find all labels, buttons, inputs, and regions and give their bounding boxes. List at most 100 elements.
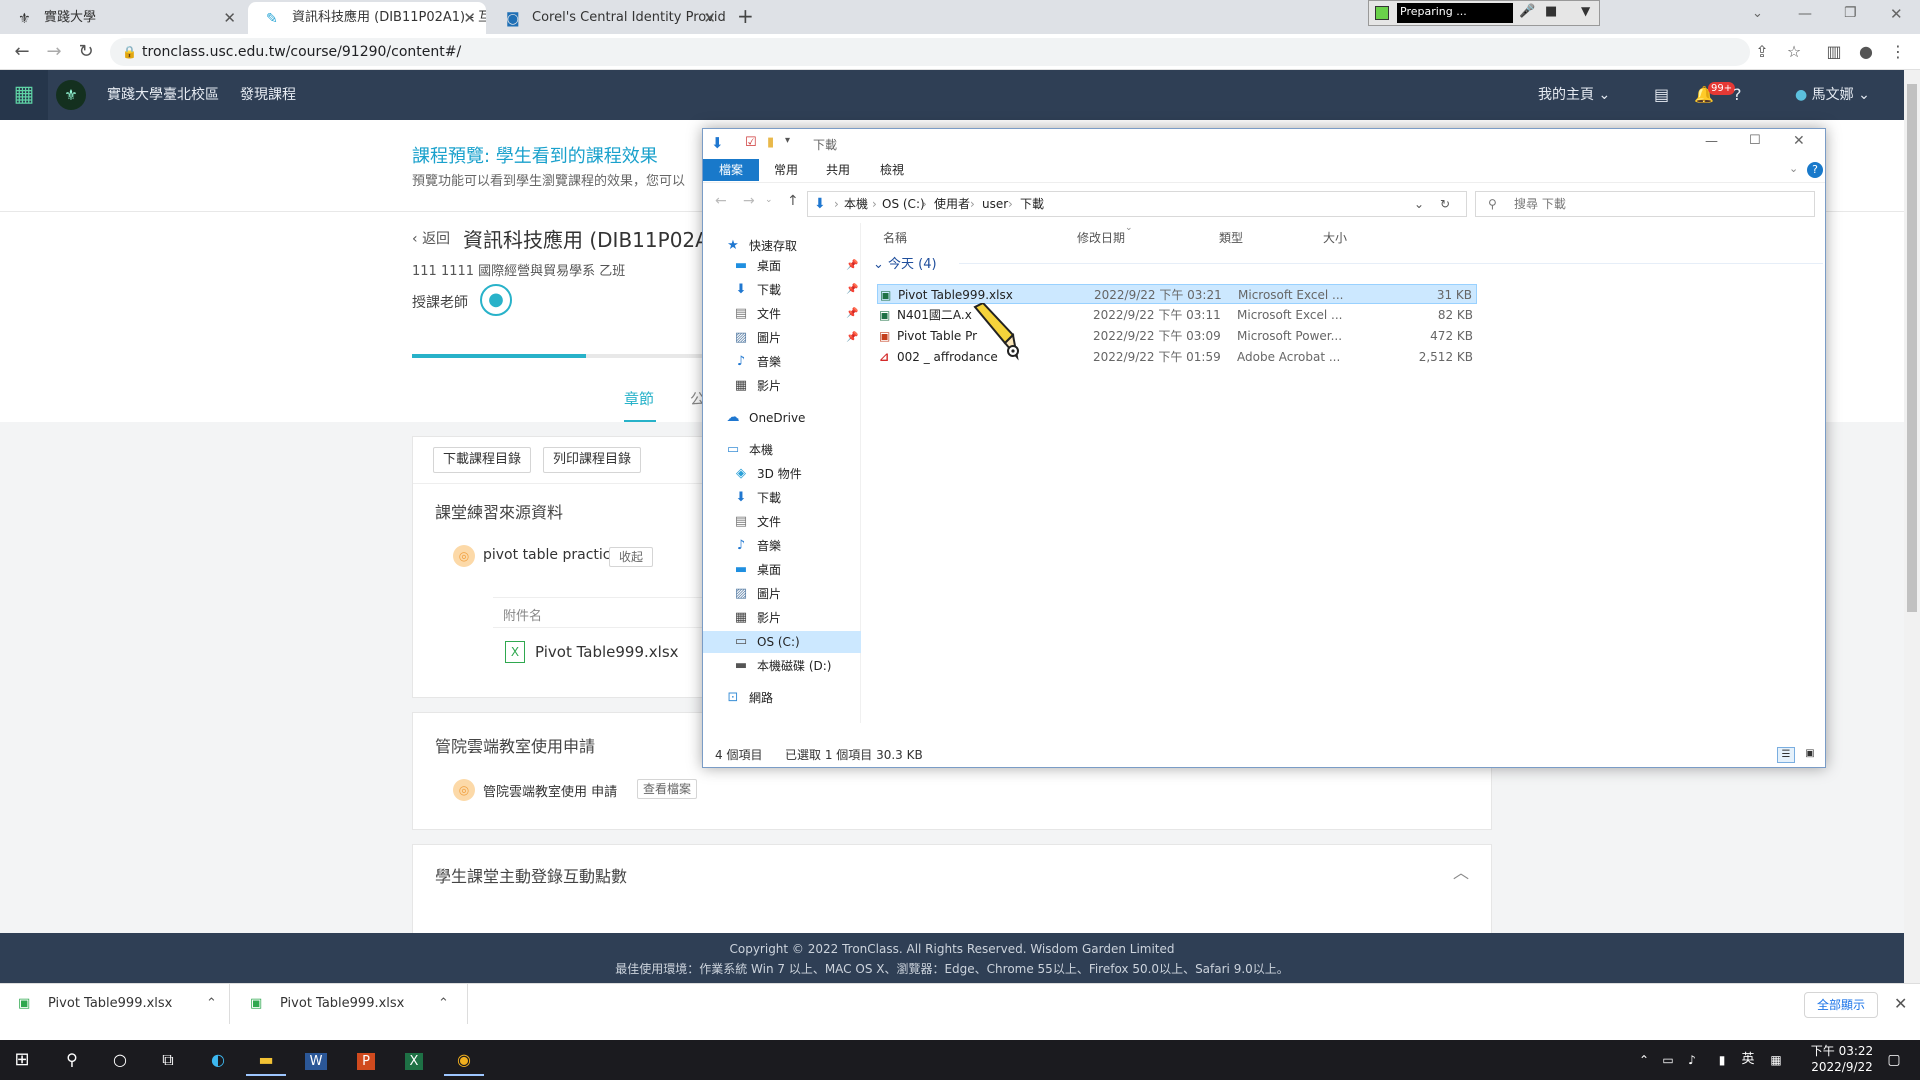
microphone-icon[interactable]: 🎤 bbox=[1519, 4, 1535, 19]
column-name[interactable]: 名稱 bbox=[883, 229, 907, 246]
forward-icon[interactable]: → bbox=[42, 40, 66, 64]
cortana-icon[interactable]: ○ bbox=[100, 1044, 140, 1076]
pin-icon[interactable]: 📌 bbox=[846, 279, 858, 301]
side-panel-icon[interactable]: ▥ bbox=[1822, 40, 1846, 64]
activity-title[interactable]: pivot table practice bbox=[483, 547, 619, 563]
maximize-icon[interactable]: ☐ bbox=[1749, 133, 1761, 148]
file-explorer-icon[interactable]: ▬ bbox=[246, 1044, 286, 1076]
reload-icon[interactable]: ↻ bbox=[74, 40, 98, 64]
excel-icon[interactable]: X bbox=[394, 1044, 434, 1076]
powerpoint-icon[interactable]: P bbox=[346, 1044, 386, 1076]
chevron-down-icon[interactable]: ⌄ bbox=[1789, 162, 1798, 175]
share-icon[interactable]: ⇪ bbox=[1750, 40, 1774, 64]
pin-icon[interactable]: 📌 bbox=[846, 327, 858, 349]
restore-icon[interactable]: ❐ bbox=[1844, 5, 1857, 21]
minimize-icon[interactable]: — bbox=[1705, 134, 1718, 149]
path-os-c[interactable]: OS (C:) bbox=[882, 192, 925, 216]
tab-corel[interactable]: ◙ Corel's Central Identity Provide ✕ bbox=[488, 2, 726, 34]
back-link[interactable]: ‹ 返回 bbox=[412, 228, 450, 248]
file-row[interactable]: ▣ N401國二A.x 2022/9/22 下午 03:11 Microsoft… bbox=[877, 305, 1477, 325]
nav-desktop[interactable]: ▬ 桌面 📌 bbox=[703, 255, 861, 277]
path-this-pc[interactable]: 本機 bbox=[844, 192, 868, 216]
new-tab-button[interactable]: + bbox=[737, 4, 754, 28]
windows-start-icon[interactable]: ⊞ bbox=[2, 1044, 42, 1076]
teacher-avatar[interactable]: ● bbox=[480, 284, 512, 316]
nav-quick-access[interactable]: ★ 快速存取 bbox=[703, 235, 861, 257]
file-row[interactable]: ⊿ 002 _ affrodance 2022/9/22 下午 01:59 Ad… bbox=[877, 347, 1477, 367]
details-view-icon[interactable]: ☰ bbox=[1777, 747, 1795, 763]
close-icon[interactable]: ✕ bbox=[223, 2, 236, 34]
menu-icon[interactable]: ⋮ bbox=[1886, 40, 1910, 64]
file-row[interactable]: ▣ Pivot Table Pr 2022/9/22 下午 03:09 Micr… bbox=[877, 326, 1477, 346]
pin-icon[interactable]: 📌 bbox=[846, 255, 858, 277]
volume-icon[interactable]: ♪ bbox=[1680, 1044, 1704, 1076]
nav-videos[interactable]: ▦ 影片 bbox=[703, 607, 861, 629]
tab-share[interactable]: 共用 bbox=[815, 159, 861, 181]
help-icon[interactable]: ? bbox=[1733, 70, 1742, 120]
chevron-up-icon[interactable]: ⌃ bbox=[438, 984, 449, 1024]
collapse-button[interactable]: 收起 bbox=[609, 547, 654, 567]
word-icon[interactable]: W bbox=[296, 1044, 336, 1076]
nav-pictures[interactable]: ▨ 圖片 📌 bbox=[703, 327, 861, 349]
pin-icon[interactable]: 📌 bbox=[846, 303, 858, 325]
edge-browser-icon[interactable]: ◐ bbox=[198, 1044, 238, 1076]
path-users[interactable]: 使用者 bbox=[934, 192, 970, 216]
nav-documents[interactable]: ▤ 文件 bbox=[703, 511, 861, 533]
chevron-up-icon[interactable]: ⌃ bbox=[1632, 1044, 1656, 1076]
nav-pictures[interactable]: ▨ 圖片 bbox=[703, 583, 861, 605]
column-date-modified[interactable]: 修改日期 bbox=[1077, 229, 1125, 246]
scrollbar-thumb[interactable] bbox=[1907, 84, 1917, 612]
tab-home[interactable]: 常用 bbox=[763, 159, 809, 181]
nav-music[interactable]: ♪ 音樂 bbox=[703, 351, 861, 373]
my-home-menu[interactable]: 我的主頁 ⌄ bbox=[1538, 70, 1610, 120]
new-folder-icon[interactable]: ▮ bbox=[767, 135, 774, 150]
forward-icon[interactable]: → bbox=[743, 193, 755, 209]
show-all-button[interactable]: 全部顯示 bbox=[1804, 992, 1879, 1018]
quick-access-toolbar-dropdown[interactable]: ▾ bbox=[785, 135, 790, 146]
chevron-down-icon[interactable]: ⌄ bbox=[1414, 192, 1424, 216]
profile-icon[interactable]: ● bbox=[1854, 40, 1878, 64]
large-icons-view-icon[interactable]: ▣ bbox=[1801, 747, 1819, 763]
chevron-up-icon[interactable]: ⌃ bbox=[206, 984, 217, 1024]
nav-this-pc[interactable]: ▭ 本機 bbox=[703, 439, 861, 461]
page-scrollbar[interactable] bbox=[1904, 70, 1920, 983]
address-path[interactable]: ⬇ › 本機 › OS (C:) › 使用者 › user › 下載 ⌄ ↻ bbox=[807, 191, 1467, 217]
search-icon[interactable]: ⚲ bbox=[52, 1044, 92, 1076]
close-window-icon[interactable]: ✕ bbox=[1890, 5, 1903, 23]
download-outline-button[interactable]: 下載課程目錄 bbox=[433, 447, 532, 473]
tab-file[interactable]: 檔案 bbox=[703, 159, 759, 181]
action-center-icon[interactable]: ▢ bbox=[1874, 1044, 1914, 1076]
bell-icon[interactable]: 🔔 bbox=[1694, 70, 1714, 120]
properties-icon[interactable]: ☑ bbox=[745, 135, 757, 150]
camera-icon[interactable]: ■ bbox=[1545, 4, 1557, 19]
recent-locations-icon[interactable]: ⌄ bbox=[765, 195, 773, 205]
group-header[interactable]: ⌄ 今天 (4) bbox=[873, 253, 937, 272]
tab-course[interactable]: ✎ 資訊科技應用 (DIB11P02A1) - 互 ✕ bbox=[248, 2, 486, 34]
nav-documents[interactable]: ▤ 文件 📌 bbox=[703, 303, 861, 325]
task-view-icon[interactable]: ⧉ bbox=[148, 1044, 188, 1076]
view-file-button[interactable]: 查看檔案 bbox=[637, 779, 698, 799]
url-field[interactable]: 🔒 tronclass.usc.edu.tw/course/91290/cont… bbox=[110, 38, 1750, 66]
discover-courses-link[interactable]: 發現課程 bbox=[240, 70, 296, 120]
print-outline-button[interactable]: 列印課程目錄 bbox=[543, 447, 642, 473]
nav-downloads[interactable]: ⬇ 下載 📌 bbox=[703, 279, 861, 301]
chevron-down-icon[interactable]: ▼ bbox=[1581, 4, 1590, 18]
tab-usc[interactable]: ⚜ 實踐大學 ✕ bbox=[0, 2, 246, 34]
nav-network[interactable]: ⊡ 網路 bbox=[703, 687, 861, 709]
nav-onedrive[interactable]: ☁ OneDrive bbox=[703, 407, 861, 429]
tab-view[interactable]: 檢視 bbox=[869, 159, 915, 181]
back-icon[interactable]: ← bbox=[715, 193, 727, 209]
apps-grid-icon[interactable]: ▦ bbox=[0, 70, 48, 120]
microphone-icon[interactable]: ▮ bbox=[1710, 1044, 1734, 1076]
nav-music[interactable]: ♪ 音樂 bbox=[703, 535, 861, 557]
path-downloads[interactable]: 下載 bbox=[1020, 192, 1044, 216]
up-arrow-icon[interactable]: ↑ bbox=[787, 193, 799, 209]
refresh-icon[interactable]: ↻ bbox=[1440, 192, 1450, 216]
nav-videos[interactable]: ▦ 影片 bbox=[703, 375, 861, 397]
nav-os-c-drive[interactable]: ▭ OS (C:) bbox=[703, 631, 861, 653]
nav-3d-objects[interactable]: ◈ 3D 物件 bbox=[703, 463, 861, 485]
tab-chapters[interactable]: 章節 bbox=[624, 388, 654, 409]
network-icon[interactable]: ▭ bbox=[1656, 1044, 1680, 1076]
close-icon[interactable]: ✕ bbox=[1894, 994, 1907, 1013]
activity-title[interactable]: 管院雲端教室使用 申請 bbox=[483, 781, 617, 800]
